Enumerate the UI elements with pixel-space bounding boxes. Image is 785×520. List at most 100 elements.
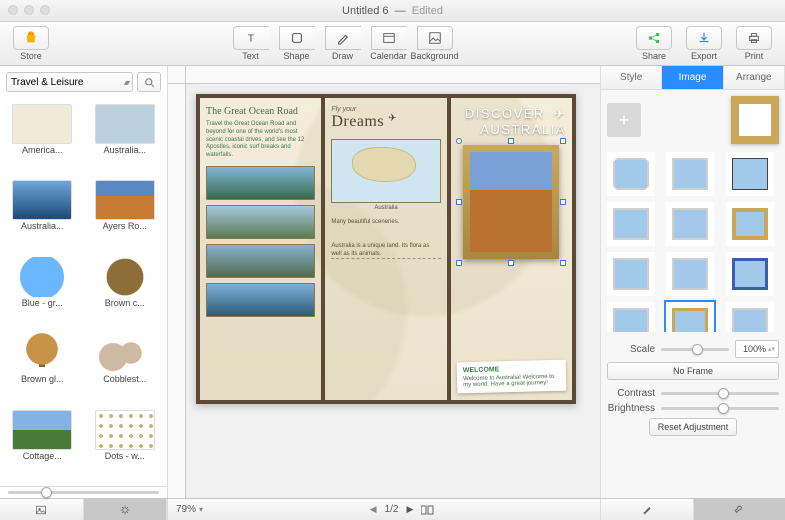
frame-option[interactable] [607, 302, 655, 332]
library-item[interactable]: America... [2, 102, 83, 176]
contrast-slider[interactable] [661, 392, 779, 395]
selection-handles[interactable] [459, 141, 563, 263]
background-tool-button[interactable]: Background [412, 26, 458, 61]
tab-image[interactable]: Image [662, 66, 723, 89]
canvas-area[interactable]: The Great Ocean Road Travel the Great Oc… [168, 66, 600, 498]
wrench-icon [733, 504, 745, 516]
library-item[interactable]: Brown gl... [2, 331, 83, 405]
panel1-photo[interactable] [206, 166, 315, 200]
page-indicator: 1/2 [385, 504, 399, 515]
library-item[interactable]: Ayers Ro... [85, 178, 166, 252]
library-item[interactable]: Cottage... [2, 408, 83, 482]
selected-image-frame[interactable] [463, 145, 559, 259]
frame-option[interactable] [726, 202, 774, 246]
calendar-tool-button[interactable]: Calendar [366, 26, 412, 61]
calendar-tool-label: Calendar [370, 51, 407, 61]
contrast-label: Contrast [607, 388, 655, 399]
library-view-shapes[interactable] [84, 499, 168, 520]
plane-icon: ✈ [388, 113, 396, 124]
panel2-fly: Fly your [331, 106, 440, 113]
library-item-label: Dots - w... [105, 451, 145, 461]
draw-tool-label: Draw [332, 51, 353, 61]
panel2-map-label: Australia [331, 205, 440, 211]
brightness-slider[interactable] [661, 407, 779, 410]
text-tool-button[interactable]: T Text [228, 26, 274, 61]
zoom-value: 79% [176, 504, 196, 515]
brush-icon [641, 504, 653, 516]
ruler-corner [168, 66, 186, 84]
library-item[interactable]: Dots - w... [85, 408, 166, 482]
draw-tool-button[interactable]: Draw [320, 26, 366, 61]
plus-icon: + [619, 110, 630, 131]
tab-arrange[interactable]: Arrange [724, 66, 785, 89]
brochure-panel-2: Fly your Dreams ✈ Australia Many beautif… [325, 94, 450, 404]
library-category-select[interactable]: Travel & Leisure ▴▾ [6, 72, 133, 92]
brochure-panel-3: DISCOVER ✈ AUSTRALIA WELCOME [451, 94, 576, 404]
text-tool-label: Text [242, 51, 259, 61]
library-mode-segments [0, 499, 168, 520]
tab-style[interactable]: Style [601, 66, 662, 89]
prev-page-button[interactable]: ◀ [370, 504, 377, 515]
frame-option[interactable] [726, 152, 774, 196]
stepper-icon[interactable]: ▴▾ [768, 345, 775, 353]
zoom-control[interactable]: 79% ▾ [176, 504, 203, 515]
print-button[interactable]: Print [731, 26, 777, 61]
share-button[interactable]: Share [631, 26, 677, 61]
library-item[interactable]: Brown c... [85, 255, 166, 329]
store-button[interactable]: Store [8, 26, 54, 61]
store-label: Store [20, 51, 42, 61]
library-item[interactable]: Australia... [2, 178, 83, 252]
scale-value[interactable]: 100%▴▾ [735, 340, 779, 358]
panel1-photo[interactable] [206, 283, 315, 317]
library-item-label: Ayers Ro... [103, 221, 147, 231]
panel1-photo[interactable] [206, 205, 315, 239]
frame-option[interactable] [607, 202, 655, 246]
panel2-line2: Australia is a unique land. Its flora as… [331, 243, 440, 259]
panel3-title-bottom: AUSTRALIA [480, 122, 566, 137]
reset-adjustment-button[interactable]: Reset Adjustment [649, 418, 738, 436]
inspector-mode-format[interactable] [601, 499, 693, 520]
shape-tool-label: Shape [283, 51, 309, 61]
library-item-label: Blue - gr... [22, 298, 63, 308]
export-label: Export [691, 51, 717, 61]
frame-option[interactable] [666, 252, 714, 296]
library-view-photos[interactable] [0, 499, 84, 520]
document-page[interactable]: The Great Ocean Road Travel the Great Oc… [196, 94, 576, 404]
frame-option[interactable] [726, 252, 774, 296]
welcome-body: Welcome to Australia! Welcome to my worl… [463, 374, 561, 389]
scale-label: Scale [607, 344, 655, 355]
library-item[interactable]: Blue - gr... [2, 255, 83, 329]
no-frame-button[interactable]: No Frame [607, 362, 779, 380]
search-icon [144, 77, 155, 88]
panel2-map[interactable] [331, 139, 440, 203]
export-button[interactable]: Export [681, 26, 727, 61]
minimize-window-icon[interactable] [24, 5, 34, 15]
welcome-heading: WELCOME [462, 365, 559, 375]
page-thumbnails-button[interactable] [421, 505, 435, 515]
inspector-panel: Style Image Arrange + [600, 66, 785, 498]
frame-option[interactable] [666, 302, 714, 332]
frame-option[interactable] [607, 152, 655, 196]
inspector-mode-tools[interactable] [693, 499, 785, 520]
frame-option[interactable] [726, 302, 774, 332]
panel1-photo[interactable] [206, 244, 315, 278]
shape-tool-button[interactable]: Shape [274, 26, 320, 61]
panel3-title-top: DISCOVER [465, 106, 545, 121]
main-toolbar: Store T Text Shape Draw Calendar Backgro… [0, 22, 785, 66]
title-bar: Untitled 6 — Edited [0, 0, 785, 22]
library-item[interactable]: Cobblest... [85, 331, 166, 405]
zoom-window-icon[interactable] [40, 5, 50, 15]
library-item-label: Cottage... [23, 451, 62, 461]
frame-option[interactable] [666, 202, 714, 246]
frame-option[interactable] [607, 252, 655, 296]
library-item[interactable]: Australia... [85, 102, 166, 176]
welcome-note[interactable]: WELCOME Welcome to Australia! Welcome to… [456, 360, 566, 394]
library-search-button[interactable] [137, 72, 161, 92]
library-item-label: Brown c... [105, 298, 145, 308]
close-window-icon[interactable] [8, 5, 18, 15]
next-page-button[interactable]: ▶ [406, 504, 413, 515]
add-frame-button[interactable]: + [607, 103, 641, 137]
scale-slider[interactable] [661, 348, 729, 351]
frame-option[interactable] [666, 152, 714, 196]
library-thumb-size-slider[interactable] [0, 486, 167, 498]
